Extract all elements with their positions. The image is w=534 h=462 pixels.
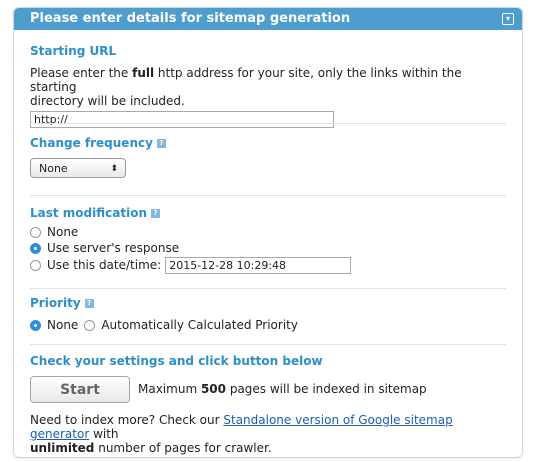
radio-button[interactable] bbox=[30, 226, 41, 238]
radio-label: Use server's response bbox=[47, 241, 180, 255]
starting-url-title: Starting URL bbox=[30, 44, 117, 58]
change-frequency-section: Change frequency? None ⬍ bbox=[30, 136, 506, 178]
help-icon[interactable]: ? bbox=[84, 299, 94, 308]
footer-note: Need to index more? Check our Standalone… bbox=[30, 413, 510, 455]
lastmod-option-none[interactable]: None bbox=[30, 224, 78, 240]
radio-button[interactable] bbox=[84, 319, 96, 331]
priority-title: Priority? bbox=[30, 296, 506, 310]
note-text-2: pages will be indexed in sitemap bbox=[226, 382, 427, 396]
page-limit-note: Maximum 500 pages will be indexed in sit… bbox=[138, 382, 427, 396]
submit-section: Check your settings and click button bel… bbox=[30, 354, 506, 368]
radio-label: Automatically Calculated Priority bbox=[101, 318, 298, 332]
radio-button-selected[interactable] bbox=[30, 242, 41, 254]
radio-button-selected[interactable] bbox=[30, 319, 41, 331]
desc-text-3: directory will be included. bbox=[30, 94, 185, 108]
starting-url-description: Please enter the full http address for y… bbox=[30, 66, 506, 108]
priority-label: Priority bbox=[30, 296, 81, 310]
start-button[interactable]: Start bbox=[30, 376, 130, 403]
help-icon[interactable]: ? bbox=[156, 139, 166, 148]
footer-text: Need to index more? Check our bbox=[30, 413, 224, 427]
desc-bold: full bbox=[132, 66, 155, 80]
note-bold: 500 bbox=[200, 382, 227, 396]
panel-header: Please enter details for sitemap generat… bbox=[14, 8, 522, 30]
collapse-icon[interactable]: ▾ bbox=[502, 13, 514, 25]
footer-text-2: with bbox=[89, 427, 119, 441]
divider bbox=[30, 344, 506, 345]
updown-arrows-icon: ⬍ bbox=[110, 164, 118, 174]
last-modification-label: Last modification bbox=[30, 206, 147, 220]
starting-url-section: Starting URL Please enter the full http … bbox=[30, 44, 506, 128]
footer-bold: unlimited bbox=[30, 441, 95, 455]
lastmod-option-server[interactable]: Use server's response bbox=[30, 240, 179, 256]
starting-url-input[interactable]: http:// bbox=[30, 111, 334, 128]
priority-options: None Automatically Calculated Priority bbox=[30, 317, 298, 333]
help-icon[interactable]: ? bbox=[151, 209, 160, 218]
lastmod-option-datetime[interactable]: Use this date/time: 2015-12-28 10:29:48 bbox=[30, 256, 352, 274]
change-frequency-select[interactable]: None ⬍ bbox=[30, 158, 126, 178]
panel-title: Please enter details for sitemap generat… bbox=[30, 11, 351, 26]
radio-label: None bbox=[47, 225, 79, 239]
radio-label: Use this date/time: bbox=[47, 258, 162, 272]
divider bbox=[30, 288, 506, 289]
submit-title: Check your settings and click button bel… bbox=[30, 354, 323, 368]
datetime-input[interactable]: 2015-12-28 10:29:48 bbox=[165, 256, 352, 274]
note-text: Maximum bbox=[138, 382, 201, 396]
change-frequency-label: Change frequency bbox=[30, 136, 153, 150]
desc-text: Please enter the bbox=[30, 66, 133, 80]
radio-button[interactable] bbox=[30, 259, 41, 271]
divider bbox=[30, 195, 506, 196]
sitemap-panel: Please enter details for sitemap generat… bbox=[13, 7, 523, 458]
change-frequency-value: None bbox=[39, 162, 68, 175]
change-frequency-title: Change frequency? bbox=[30, 136, 506, 150]
radio-label: None bbox=[47, 318, 79, 332]
divider bbox=[30, 123, 506, 124]
last-modification-section: Last modification? bbox=[30, 206, 506, 220]
priority-section: Priority? bbox=[30, 296, 506, 310]
footer-text-3: number of pages for crawler. bbox=[94, 441, 272, 455]
last-modification-title: Last modification? bbox=[30, 206, 506, 220]
